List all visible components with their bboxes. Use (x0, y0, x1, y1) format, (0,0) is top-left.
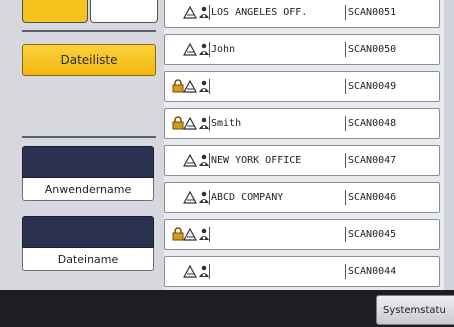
file-name-display[interactable] (22, 216, 154, 248)
user-icon (182, 79, 198, 93)
user-name-field[interactable]: Anwendername (22, 146, 154, 201)
file-name-cell: SCAN0047 (348, 155, 397, 166)
list-item[interactable]: John SCAN0050 (164, 34, 440, 65)
row-icons (169, 116, 209, 132)
column-separator (209, 116, 210, 131)
user-icon (182, 190, 198, 204)
column-separator (345, 42, 346, 57)
top-tab-yellow[interactable] (22, 0, 88, 23)
user-name-display[interactable] (22, 146, 154, 178)
column-separator (209, 190, 210, 205)
scrollbar[interactable] (444, 0, 454, 290)
user-name-cell: John (211, 44, 236, 55)
file-name-cell: SCAN0051 (348, 7, 397, 18)
file-name-cell: SCAN0048 (348, 118, 397, 129)
user-name-cell: NEW YORK OFFICE (211, 155, 302, 166)
list-item[interactable]: SCAN0045 (164, 219, 440, 250)
list-item[interactable]: LOS ANGELES OFF. SCAN0051 (164, 0, 440, 28)
user-name-cell: Smith (211, 118, 242, 129)
file-name-cell: SCAN0045 (348, 229, 397, 240)
column-separator (345, 116, 346, 131)
file-name-cell: SCAN0044 (348, 266, 397, 277)
system-status-label: Systemstatu (383, 305, 446, 316)
file-list-label: Dateiliste (60, 53, 118, 67)
row-icons (169, 5, 209, 21)
file-name-cell: SCAN0049 (348, 81, 397, 92)
row-icons (169, 264, 209, 280)
column-separator (209, 264, 210, 279)
file-name-cell: SCAN0046 (348, 192, 397, 203)
user-icon (182, 264, 198, 278)
list-item[interactable]: SCAN0044 (164, 256, 440, 287)
list-item[interactable]: SCAN0049 (164, 71, 440, 102)
user-icon (182, 5, 198, 19)
file-name-label: Dateiname (57, 252, 119, 266)
column-separator (209, 42, 210, 57)
file-name-button[interactable]: Dateiname (22, 248, 154, 271)
row-icons (169, 190, 209, 206)
user-icon (182, 227, 198, 241)
user-icon (182, 42, 198, 56)
row-icons (169, 79, 209, 95)
column-separator (345, 190, 346, 205)
column-separator (345, 5, 346, 20)
user-name-button[interactable]: Anwendername (22, 178, 154, 201)
column-separator (209, 5, 210, 20)
column-separator (345, 153, 346, 168)
divider (22, 30, 156, 32)
list-item[interactable]: Smith SCAN0048 (164, 108, 440, 139)
user-name-cell: ABCD COMPANY (211, 192, 284, 203)
row-icons (169, 42, 209, 58)
list-item[interactable]: NEW YORK OFFICE SCAN0047 (164, 145, 440, 176)
divider (22, 136, 156, 138)
file-list-button[interactable]: Dateiliste (22, 44, 156, 76)
row-icons (169, 227, 209, 243)
column-separator (209, 153, 210, 168)
top-tab-white[interactable] (90, 0, 158, 23)
user-name-label: Anwendername (44, 182, 132, 196)
column-separator (345, 227, 346, 242)
file-name-field[interactable]: Dateiname (22, 216, 154, 271)
list-item[interactable]: ABCD COMPANY SCAN0046 (164, 182, 440, 213)
column-separator (209, 227, 210, 242)
left-panel: Dateiliste Anwendername Dateiname (0, 0, 164, 290)
column-separator (209, 79, 210, 94)
column-separator (345, 264, 346, 279)
file-list: LOS ANGELES OFF. SCAN0051 John SCAN0050 SCAN… (164, 0, 454, 290)
system-status-button[interactable]: Systemstatu (376, 295, 454, 325)
column-separator (345, 79, 346, 94)
user-icon (182, 153, 198, 167)
user-icon (182, 116, 198, 130)
file-name-cell: SCAN0050 (348, 44, 397, 55)
user-name-cell: LOS ANGELES OFF. (211, 7, 308, 18)
row-icons (169, 153, 209, 169)
